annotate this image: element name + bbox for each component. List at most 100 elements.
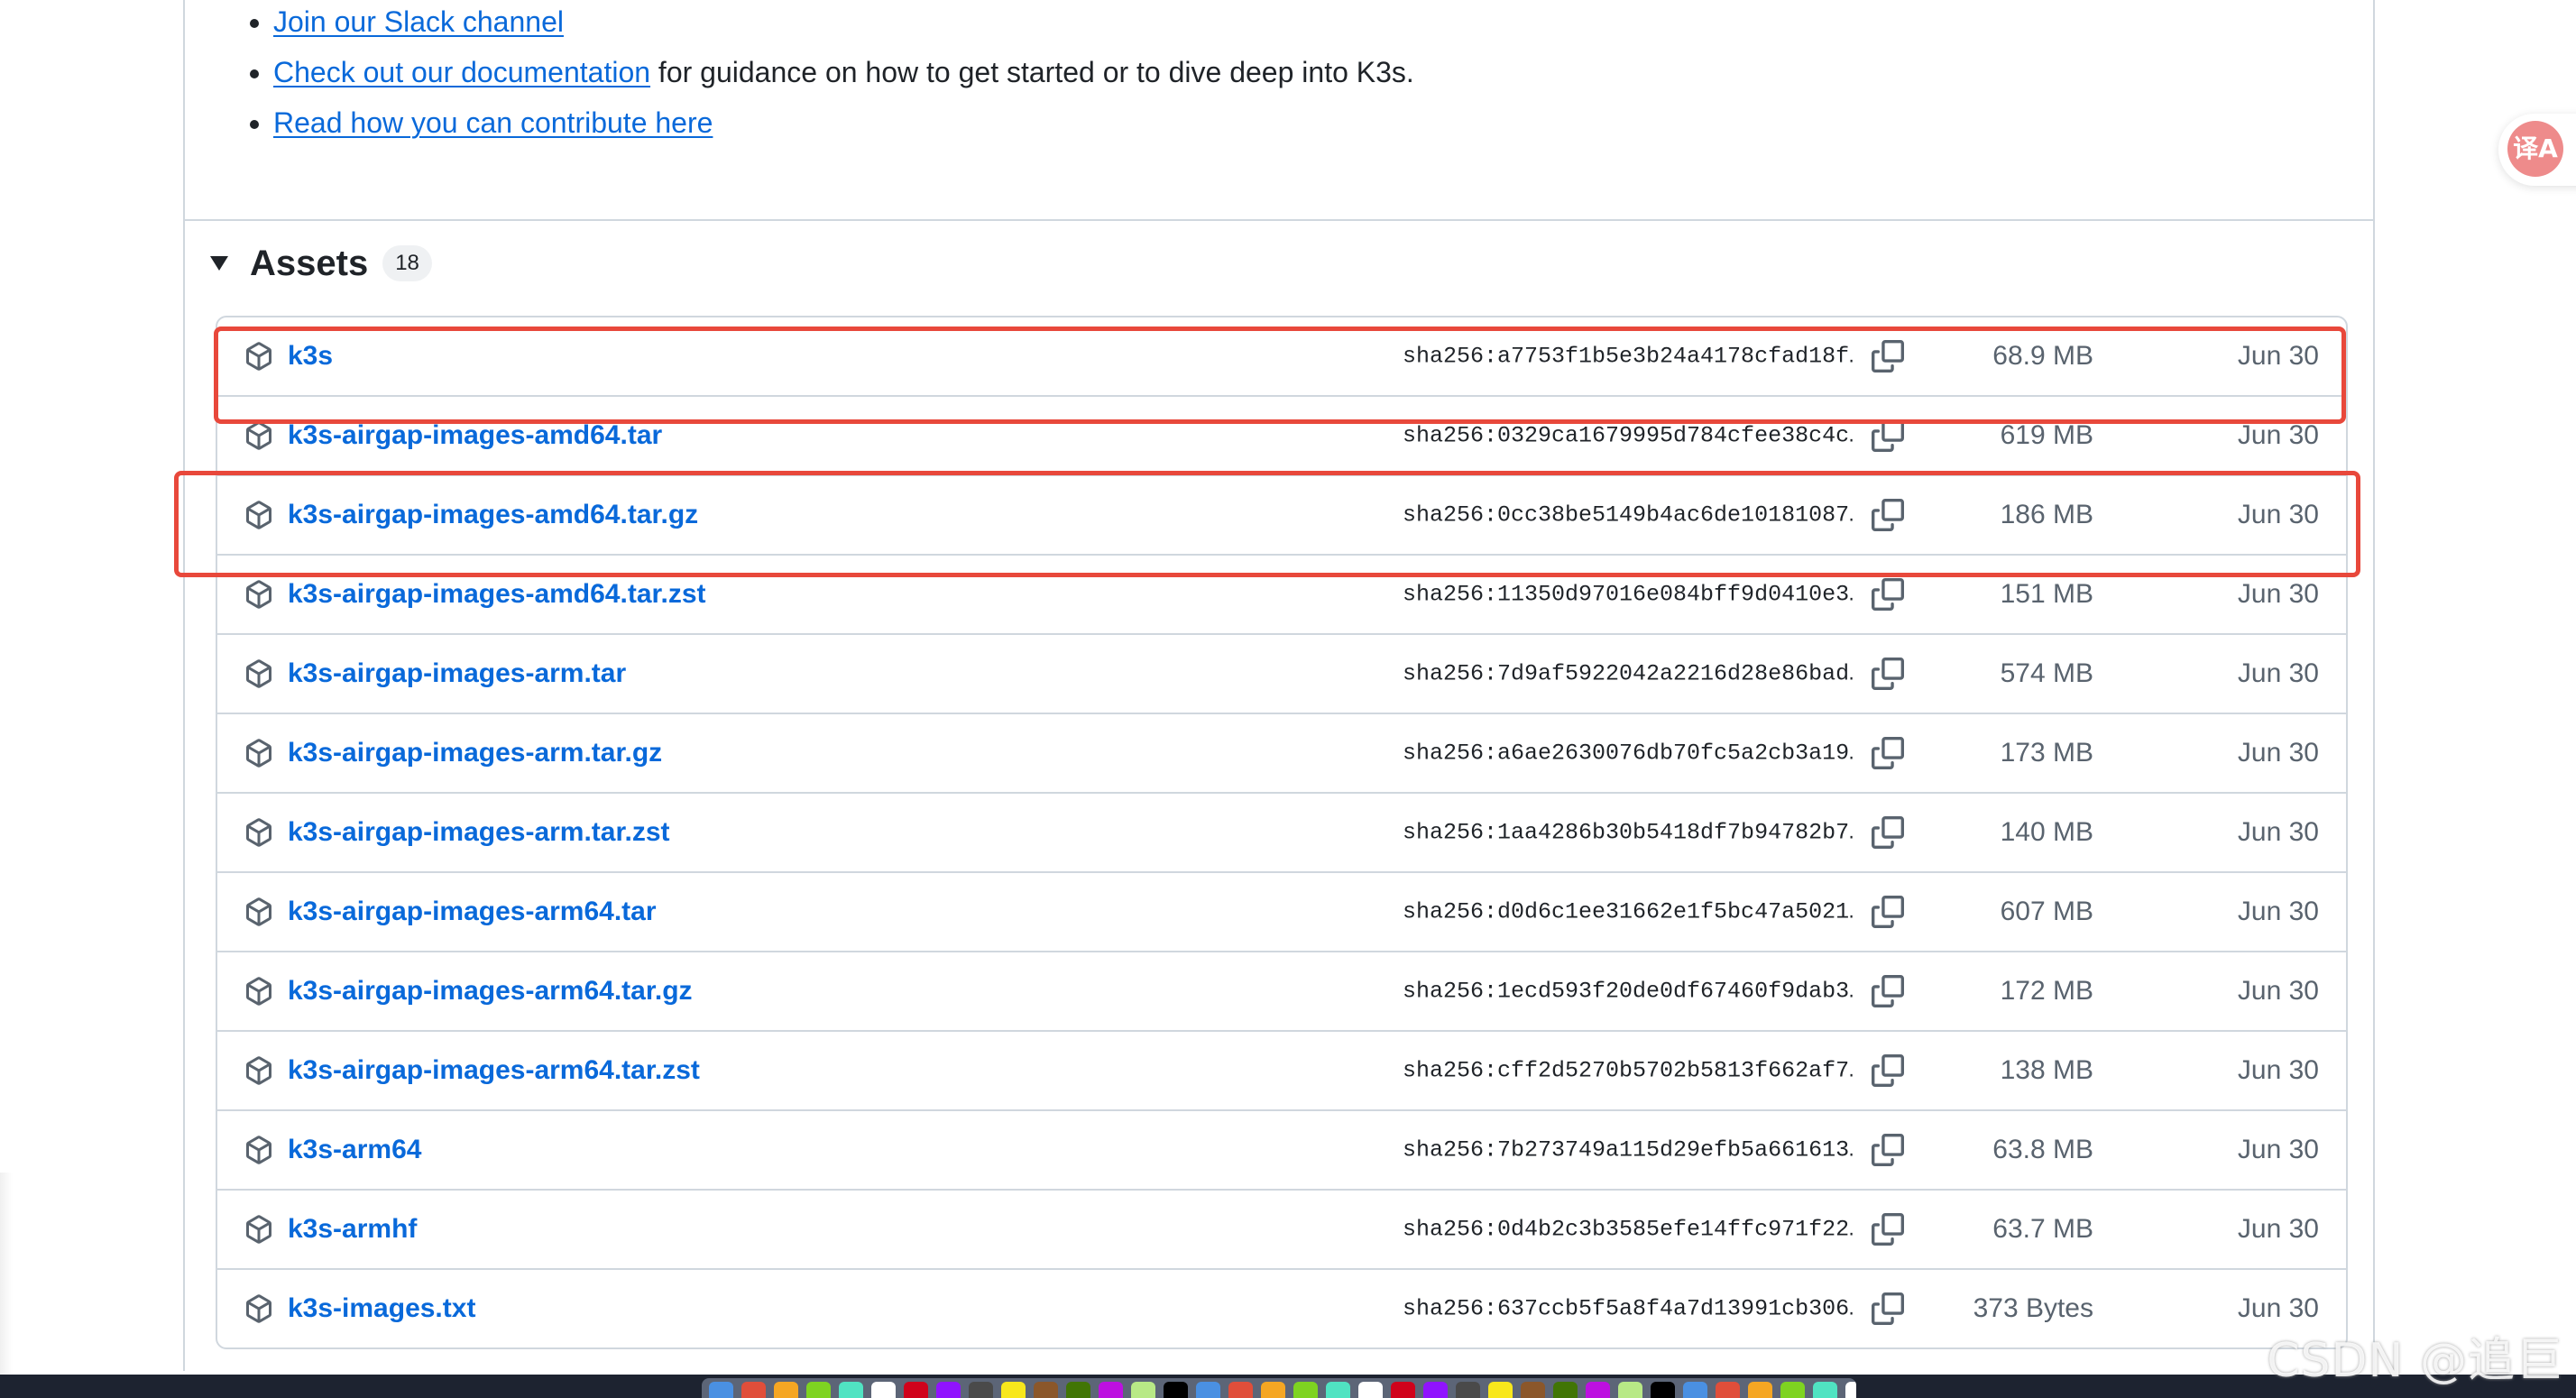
dock-app-icon[interactable] [1034,1382,1058,1398]
dock-app-icon[interactable] [1391,1382,1415,1398]
asset-sha256: sha256:cff2d5270b5702b5813f662af7… [1403,1057,1854,1084]
copy-icon[interactable] [1872,658,1904,690]
copy-icon[interactable] [1872,1213,1904,1246]
contribute-link[interactable]: Read how you can contribute here [273,106,713,139]
release-notes: Join our Slack channel Check out our doc… [185,0,2373,221]
dock-app-icon[interactable] [1651,1382,1675,1398]
asset-date: Jun 30 [2237,897,2319,926]
dock-app-icon[interactable] [1618,1382,1642,1398]
copy-icon[interactable] [1872,737,1904,769]
package-icon [244,1215,273,1244]
dock-app-icon[interactable] [1099,1382,1123,1398]
dock-app-icon[interactable] [904,1382,928,1398]
dock-app-icon[interactable] [1261,1382,1285,1398]
dock-app-icon[interactable] [1131,1382,1155,1398]
asset-size: 574 MB [2000,658,2093,688]
notes-item-slack: Join our Slack channel [273,4,564,40]
copy-icon[interactable] [1872,419,1904,452]
asset-download-link[interactable]: k3s-airgap-images-arm.tar [288,658,626,689]
dock-app-icon[interactable] [1748,1382,1772,1398]
dock-app-icon[interactable] [806,1382,831,1398]
dock-app-icon[interactable] [1683,1382,1707,1398]
asset-download-link[interactable]: k3s-arm64 [288,1135,421,1165]
copy-icon[interactable] [1872,975,1904,1007]
dock-app-icon[interactable] [936,1382,961,1398]
asset-date: Jun 30 [2237,500,2319,529]
dock-app-icon[interactable] [774,1382,798,1398]
asset-size: 172 MB [2000,976,2093,1006]
assets-toggle[interactable]: Assets 18 [210,236,432,290]
asset-download-link[interactable]: k3s-airgap-images-amd64.tar.zst [288,579,706,610]
copy-icon[interactable] [1872,816,1904,849]
dock-app-icon[interactable] [1845,1382,1856,1398]
copy-icon[interactable] [1872,340,1904,372]
dock-app-icon[interactable] [1716,1382,1740,1398]
asset-download-link[interactable]: k3s-airgap-images-amd64.tar.gz [288,500,698,530]
copy-icon[interactable] [1872,1054,1904,1087]
dock-app-icon[interactable] [709,1382,733,1398]
dock-app-icon[interactable] [1358,1382,1383,1398]
dock-app-icon[interactable] [1521,1382,1545,1398]
copy-icon[interactable] [1872,499,1904,531]
dock-app-icon[interactable] [1196,1382,1220,1398]
dock-app-icon[interactable] [1326,1382,1350,1398]
asset-row: k3s-airgap-images-arm64.tar.gz sha256:1ec… [217,951,2346,1030]
asset-sha256: sha256:7b273749a115d29efb5a661613… [1403,1136,1854,1163]
copy-icon[interactable] [1872,1292,1904,1325]
asset-download-link[interactable]: k3s-armhf [288,1214,417,1245]
asset-row: k3s-arm64 sha256:7b273749a115d29efb5a6616… [217,1109,2346,1189]
dock-app-icon[interactable] [1488,1382,1513,1398]
asset-sha256: sha256:637ccb5f5a8f4a7d13991cb306… [1403,1295,1854,1322]
copy-icon[interactable] [1872,896,1904,928]
dock-app-icon[interactable] [1293,1382,1318,1398]
dock-app-icon[interactable] [1066,1382,1090,1398]
asset-download-link[interactable]: k3s-airgap-images-amd64.tar [288,420,662,451]
dock-app-icon[interactable] [839,1382,863,1398]
asset-size: 151 MB [2000,579,2093,609]
asset-download-link[interactable]: k3s-airgap-images-arm64.tar [288,897,657,927]
package-icon [244,659,273,688]
triangle-down-icon [210,256,228,271]
asset-download-link[interactable]: k3s [288,341,333,372]
dock-app-icon[interactable] [1423,1382,1448,1398]
dock-app-icon[interactable] [1456,1382,1480,1398]
asset-download-link[interactable]: k3s-airgap-images-arm.tar.zst [288,817,670,848]
asset-sha256: sha256:0cc38be5149b4ac6de10181087… [1403,501,1854,529]
window-edge-shadow [0,1173,13,1389]
assets-title: Assets [250,243,369,283]
translate-button[interactable]: 译A [2498,114,2576,186]
dock-app-icon[interactable] [871,1382,896,1398]
package-icon [244,739,273,768]
package-icon [244,818,273,847]
dock-app-icon[interactable] [741,1382,766,1398]
asset-row: k3s-airgap-images-arm64.tar sha256:d0d6c1… [217,871,2346,951]
dock-app-icon[interactable] [1553,1382,1578,1398]
asset-row: k3s-airgap-images-amd64.tar.zst sha256:11… [217,554,2346,633]
dock-app-icon[interactable] [969,1382,993,1398]
package-icon [244,1136,273,1164]
asset-download-link[interactable]: k3s-airgap-images-arm64.tar.gz [288,976,693,1007]
copy-icon[interactable] [1872,578,1904,611]
copy-icon[interactable] [1872,1134,1904,1166]
asset-row: k3s-airgap-images-arm64.tar.zst sha256:cf… [217,1030,2346,1109]
asset-row: k3s-images.txt sha256:637ccb5f5a8f4a7d139… [217,1268,2346,1347]
dock-app-icon[interactable] [1001,1382,1026,1398]
asset-date: Jun 30 [2237,420,2319,450]
slack-channel-link[interactable]: Join our Slack channel [273,5,564,38]
asset-download-link[interactable]: k3s-airgap-images-arm64.tar.zst [288,1055,700,1086]
dock-app-icon[interactable] [1164,1382,1188,1398]
dock-app-icon[interactable] [1586,1382,1610,1398]
dock-app-icon[interactable] [1228,1382,1253,1398]
asset-download-link[interactable]: k3s-airgap-images-arm.tar.gz [288,738,662,768]
asset-download-link[interactable]: k3s-images.txt [288,1293,475,1324]
package-icon [244,897,273,926]
notes-item-text: for guidance on how to get started or to… [650,56,1414,88]
dock-app-icon[interactable] [1813,1382,1837,1398]
dock-app-icon[interactable] [1780,1382,1805,1398]
watermark: CSDN @追巨 [2267,1334,2563,1388]
asset-sha256: sha256:0d4b2c3b3585efe14ffc971f22… [1403,1216,1854,1243]
asset-row: k3s-airgap-images-arm.tar.gz sha256:a6ae2… [217,713,2346,792]
documentation-link[interactable]: Check out our documentation [273,56,650,88]
asset-row: k3s-airgap-images-arm.tar sha256:7d9af592… [217,633,2346,713]
asset-date: Jun 30 [2237,658,2319,688]
